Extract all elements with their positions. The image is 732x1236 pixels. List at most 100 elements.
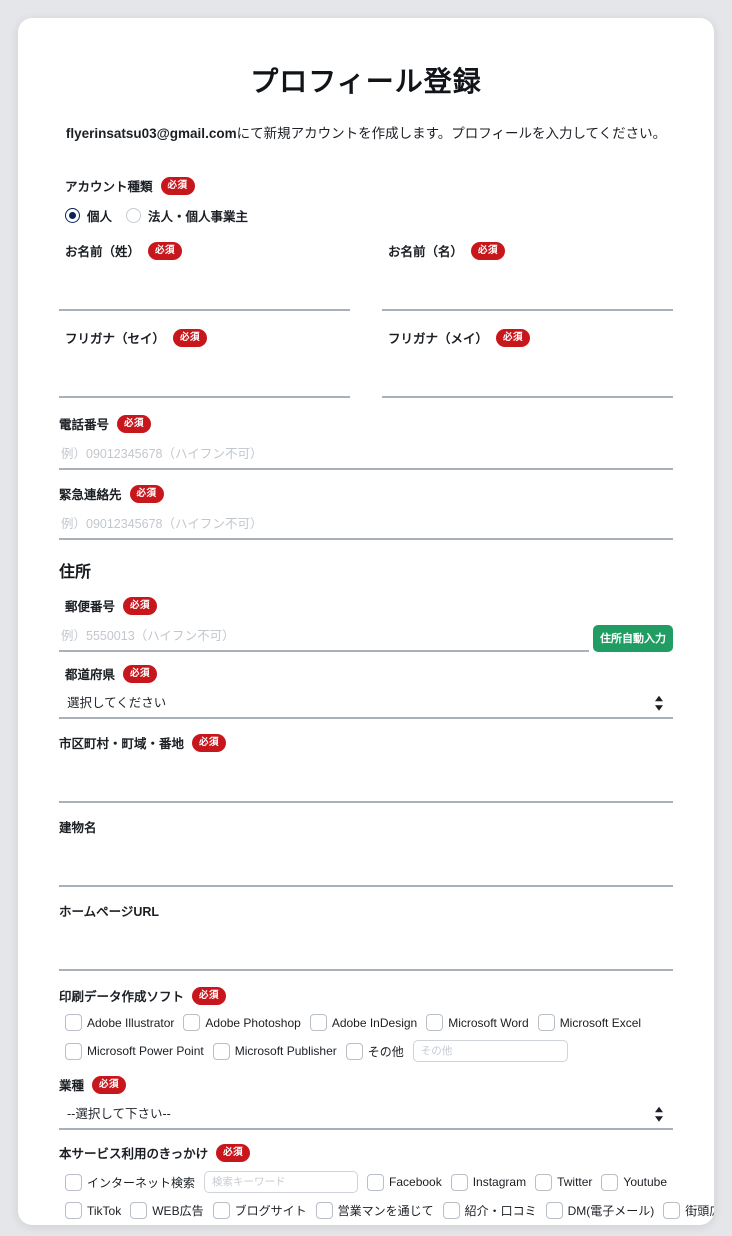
checkbox-label: その他 bbox=[367, 1044, 404, 1059]
required-badge: 必須 bbox=[216, 1143, 251, 1162]
field-phone: 電話番号 必須 bbox=[59, 414, 673, 471]
search-keyword-input[interactable] bbox=[204, 1171, 359, 1194]
label-prefecture: 都道府県 必須 bbox=[59, 664, 673, 683]
checkbox-icon[interactable] bbox=[183, 1014, 201, 1032]
checkbox-label: Adobe Photoshop bbox=[205, 1015, 301, 1030]
field-first-name: お名前（名） 必須 bbox=[366, 241, 673, 312]
checkbox-icon[interactable] bbox=[367, 1173, 385, 1191]
checkbox-twitter[interactable]: Twitter bbox=[535, 1173, 592, 1191]
checkbox-youtube[interactable]: Youtube bbox=[601, 1173, 667, 1191]
page-title: プロフィール登録 bbox=[250, 66, 482, 97]
checkbox-blog-site[interactable]: ブログサイト bbox=[212, 1202, 307, 1220]
checkbox-icon[interactable] bbox=[601, 1173, 619, 1191]
checkbox-icon[interactable] bbox=[663, 1202, 681, 1220]
city-input[interactable] bbox=[59, 774, 673, 804]
checkbox-icon[interactable] bbox=[537, 1014, 555, 1032]
field-prefecture: 都道府県 必須 選択してください bbox=[59, 664, 673, 720]
building-input[interactable] bbox=[59, 858, 673, 888]
checkbox-icon[interactable] bbox=[545, 1202, 563, 1220]
checkbox-adobe-illustrator[interactable]: Adobe Illustrator bbox=[65, 1014, 175, 1032]
checkbox-icon[interactable] bbox=[426, 1014, 444, 1032]
first-name-input[interactable] bbox=[382, 282, 673, 312]
checkbox-through-sales-rep[interactable]: 営業マンを通じて bbox=[315, 1202, 434, 1220]
emergency-contact-input[interactable] bbox=[59, 511, 673, 541]
checkbox-street-ads[interactable]: 街頭広告 bbox=[663, 1202, 714, 1220]
checkbox-icon[interactable] bbox=[65, 1042, 82, 1060]
checkbox-microsoft-excel[interactable]: Microsoft Excel bbox=[537, 1014, 641, 1032]
label-design-software: 印刷データ作成ソフト 必須 bbox=[59, 986, 673, 1005]
radio-option-corporate[interactable]: 法人・個人事業主 bbox=[126, 206, 248, 225]
checkbox-icon[interactable] bbox=[130, 1202, 148, 1220]
checkbox-icon[interactable] bbox=[315, 1202, 333, 1220]
radio-individual-icon[interactable] bbox=[65, 208, 80, 224]
zip-input[interactable] bbox=[59, 623, 589, 653]
checkbox-label: Adobe Illustrator bbox=[87, 1015, 175, 1030]
checkbox-referral-word-of-mouth[interactable]: 紹介・口コミ bbox=[442, 1202, 537, 1220]
radio-option-individual[interactable]: 個人 bbox=[65, 206, 112, 225]
checkbox-icon[interactable] bbox=[450, 1173, 468, 1191]
label-first-kana: フリガナ（メイ） 必須 bbox=[382, 328, 673, 347]
last-name-input[interactable] bbox=[59, 282, 350, 312]
checkbox-microsoft-powerpoint[interactable]: Microsoft Power Point bbox=[65, 1042, 204, 1060]
checkbox-design-software-other[interactable]: その他 bbox=[345, 1042, 404, 1060]
checkbox-dm-email[interactable]: DM(電子メール) bbox=[545, 1202, 654, 1220]
row-full-name: お名前（姓） 必須 お名前（名） 必須 bbox=[59, 241, 673, 312]
required-badge: 必須 bbox=[496, 328, 531, 347]
checkbox-label: Facebook bbox=[389, 1175, 442, 1190]
checkbox-tiktok[interactable]: TikTok bbox=[65, 1202, 122, 1220]
checkbox-icon[interactable] bbox=[535, 1173, 553, 1191]
address-auto-fill-button[interactable]: 住所自動入力 bbox=[593, 625, 673, 653]
checkbox-label: TikTok bbox=[87, 1203, 122, 1218]
design-software-row-1: Adobe Illustrator Adobe Photoshop Adobe … bbox=[59, 1005, 673, 1032]
checkbox-icon[interactable] bbox=[65, 1014, 82, 1032]
checkbox-icon[interactable] bbox=[65, 1202, 82, 1220]
label-homepage-url: ホームページURL bbox=[59, 901, 673, 920]
field-homepage-url: ホームページURL bbox=[59, 901, 673, 972]
industry-select[interactable]: --選択して下さい-- bbox=[59, 1101, 673, 1131]
checkbox-label: Instagram bbox=[472, 1175, 527, 1190]
homepage-url-input[interactable] bbox=[59, 942, 673, 972]
label-design-software-text: 印刷データ作成ソフト bbox=[59, 990, 185, 1005]
design-software-other-input[interactable] bbox=[412, 1040, 568, 1063]
radio-individual-label: 個人 bbox=[87, 210, 113, 225]
checkbox-facebook[interactable]: Facebook bbox=[367, 1173, 442, 1191]
label-first-name-text: お名前（名） bbox=[388, 245, 464, 260]
referral-row-3: ポスティングチラシ その他 bbox=[59, 1219, 673, 1225]
checkbox-label: インターネット検索 bbox=[87, 1175, 196, 1190]
checkbox-icon[interactable] bbox=[345, 1042, 363, 1060]
label-last-name: お名前（姓） 必須 bbox=[59, 241, 350, 260]
label-first-name: お名前（名） 必須 bbox=[382, 241, 673, 260]
label-industry-text: 業種 bbox=[59, 1079, 85, 1094]
radio-corporate-icon[interactable] bbox=[126, 208, 142, 224]
checkbox-instagram[interactable]: Instagram bbox=[450, 1173, 527, 1191]
required-badge: 必須 bbox=[148, 241, 183, 260]
checkbox-microsoft-word[interactable]: Microsoft Word bbox=[426, 1014, 529, 1032]
checkbox-icon[interactable] bbox=[442, 1202, 460, 1220]
label-zip-text: 郵便番号 bbox=[65, 600, 116, 615]
required-badge: 必須 bbox=[192, 986, 227, 1005]
last-kana-input[interactable] bbox=[59, 369, 350, 399]
field-first-kana: フリガナ（メイ） 必須 bbox=[366, 328, 673, 399]
referral-row-1: インターネット検索 Facebook Instagram Twitter bbox=[59, 1162, 673, 1194]
label-referral-text: 本サービス利用のきっかけ bbox=[59, 1147, 209, 1162]
required-badge: 必須 bbox=[192, 733, 227, 752]
checkbox-web-ads[interactable]: WEB広告 bbox=[130, 1202, 204, 1220]
prefecture-select[interactable]: 選択してください bbox=[59, 690, 673, 720]
checkbox-adobe-indesign[interactable]: Adobe InDesign bbox=[309, 1014, 417, 1032]
checkbox-adobe-photoshop[interactable]: Adobe Photoshop bbox=[183, 1014, 301, 1032]
checkbox-icon[interactable] bbox=[212, 1202, 230, 1220]
label-zip: 郵便番号 必須 bbox=[59, 596, 673, 615]
lead-description: flyerinsatsu03@gmail.comにて新規アカウントを作成します。… bbox=[18, 100, 714, 144]
first-kana-input[interactable] bbox=[382, 369, 673, 399]
checkbox-microsoft-publisher[interactable]: Microsoft Publisher bbox=[212, 1042, 337, 1060]
checkbox-icon[interactable] bbox=[65, 1173, 82, 1191]
checkbox-internet-search[interactable]: インターネット検索 bbox=[65, 1173, 196, 1191]
checkbox-label: 街頭広告 bbox=[685, 1204, 714, 1219]
phone-input[interactable] bbox=[59, 441, 673, 471]
prefecture-select-wrapper: 選択してください bbox=[59, 690, 673, 720]
checkbox-icon[interactable] bbox=[212, 1042, 230, 1060]
required-badge: 必須 bbox=[129, 484, 164, 503]
checkbox-icon[interactable] bbox=[309, 1014, 327, 1032]
field-last-name: お名前（姓） 必須 bbox=[59, 241, 366, 312]
referral-row-2: TikTok WEB広告 ブログサイト 営業マンを通じて 紹介・口コミ DM(電… bbox=[59, 1193, 714, 1220]
